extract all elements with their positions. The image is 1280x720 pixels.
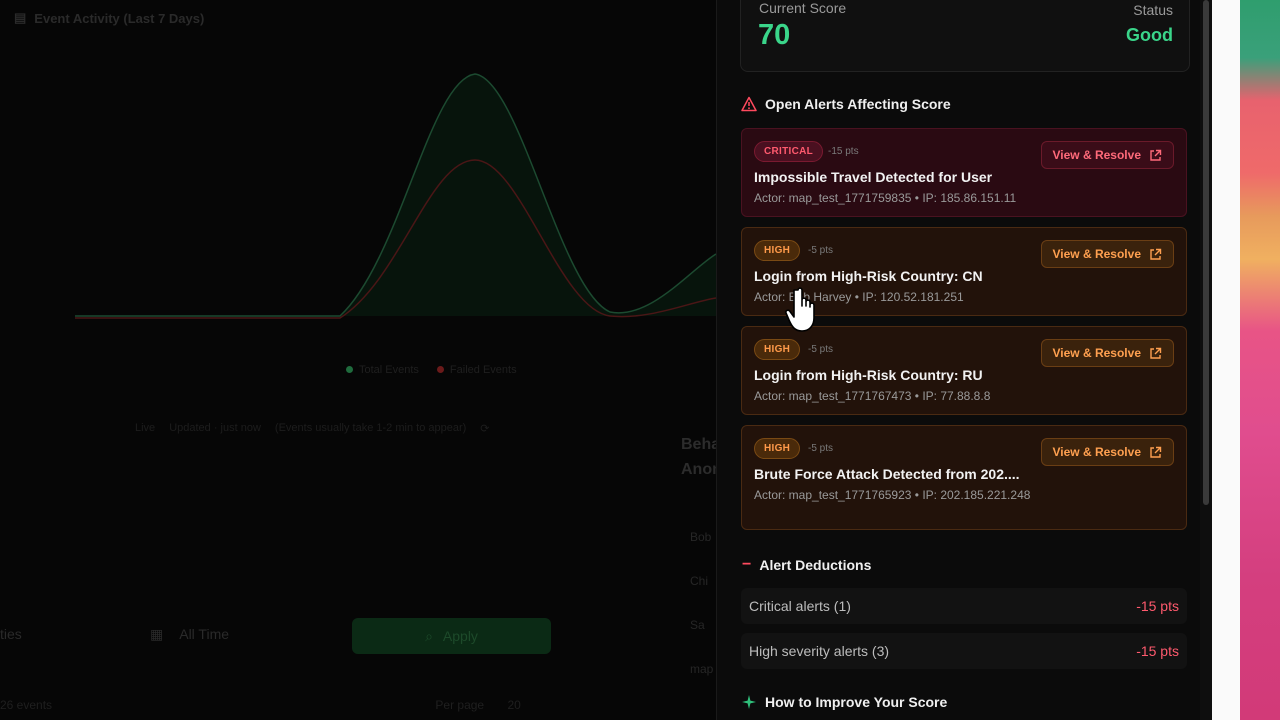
view-resolve-button[interactable]: View & Resolve	[1040, 339, 1174, 367]
severity-badge: HIGH	[754, 339, 801, 360]
total-events-area	[75, 74, 716, 316]
calendar-icon: ▦	[150, 626, 164, 642]
event-activity-chart	[75, 73, 716, 319]
list-item: Chi	[690, 574, 709, 588]
alert-meta: Actor: map_test_1771759835 • IP: 185.86.…	[754, 191, 1017, 205]
view-resolve-button[interactable]: View & Resolve	[1040, 141, 1174, 169]
table-footer: 26 events Per page 20	[0, 698, 521, 712]
anomaly-list: Bob Chi Sa map	[660, 530, 713, 676]
apply-button[interactable]: ⌕ Apply	[352, 618, 551, 654]
updated-text: Updated · just now	[169, 422, 261, 434]
chart-legend: Total Events Failed Events	[346, 364, 517, 376]
list-item: Bob	[690, 530, 712, 544]
search-icon: ⌕	[425, 627, 433, 644]
alert-meta: Actor: map_test_1771765923 • IP: 202.185…	[754, 488, 1031, 502]
window-edge	[1212, 0, 1240, 720]
hand-pointer-cursor-icon	[785, 287, 815, 332]
hint-text: (Events usually take 1-2 min to appear)	[274, 422, 467, 434]
current-score-card: Current Score 70 Status Good	[740, 0, 1190, 72]
live-indicator: Live	[135, 422, 156, 434]
external-link-icon	[1150, 149, 1162, 161]
external-link-icon	[1150, 446, 1162, 458]
alert-deductions-header: − Alert Deductions	[742, 556, 872, 573]
points-label: -5 pts	[808, 443, 834, 454]
status-label: Status	[1133, 2, 1173, 18]
alert-meta: Actor: map_test_1771767473 • IP: 77.88.8…	[754, 389, 991, 403]
legend-total: Total Events	[346, 364, 419, 376]
background-dashboard: ▤ Event Activity (Last 7 Days) Total Eve…	[0, 0, 721, 720]
warning-triangle-icon	[741, 96, 757, 112]
points-label: -5 pts	[808, 245, 834, 256]
behavior-anomalies-title: Behavior Anomalies	[681, 436, 721, 478]
points-label: -15 pts	[828, 146, 859, 157]
alert-title: Impossible Travel Detected for User	[754, 169, 993, 185]
current-score-value: 70	[758, 19, 791, 51]
chart-title: ▤ Event Activity (Last 7 Days)	[14, 10, 205, 26]
list-item: map	[690, 662, 714, 676]
live-status-bar: Live Updated · just now (Events usually …	[135, 422, 490, 435]
severity-badge: HIGH	[754, 240, 801, 261]
scrollbar-thumb[interactable]	[1203, 0, 1209, 505]
refresh-icon[interactable]: ⟳	[480, 422, 489, 435]
alert-title: Login from High-Risk Country: RU	[754, 367, 983, 383]
time-range-select[interactable]: ▦ All Time	[150, 626, 229, 643]
legend-failed: Failed Events	[436, 364, 517, 376]
alert-card-high: HIGH -5 pts View & Resolve Login from Hi…	[741, 326, 1187, 415]
view-resolve-button[interactable]: View & Resolve	[1040, 240, 1174, 268]
deduction-row: Critical alerts (1) -15 pts	[741, 588, 1187, 624]
status-value: Good	[1126, 25, 1173, 45]
open-alerts-header: Open Alerts Affecting Score	[741, 96, 951, 112]
alert-card-critical: CRITICAL -15 pts View & Resolve Impossib…	[741, 128, 1187, 217]
alert-card-high: HIGH -5 pts View & Resolve Brute Force A…	[741, 425, 1187, 530]
sparkle-icon	[742, 695, 756, 709]
minus-icon: −	[742, 556, 752, 573]
current-score-label: Current Score	[759, 0, 847, 16]
points-label: -5 pts	[808, 344, 834, 355]
improve-score-header: How to Improve Your Score	[741, 694, 947, 710]
deduction-row: High severity alerts (3) -15 pts	[741, 633, 1187, 669]
bar-chart-icon: ▤	[14, 10, 27, 25]
list-item: Sa	[690, 618, 705, 632]
view-resolve-button[interactable]: View & Resolve	[1040, 438, 1174, 466]
alert-title: Login from High-Risk Country: CN	[754, 268, 983, 284]
external-link-icon	[1150, 248, 1162, 260]
severity-badge: HIGH	[754, 438, 801, 459]
per-page-select[interactable]: 20	[507, 698, 520, 712]
alert-title: Brute Force Attack Detected from 202....	[754, 466, 1020, 482]
external-link-icon	[1150, 347, 1162, 359]
desktop-wallpaper-edge	[1240, 0, 1280, 720]
filter-dropdown[interactable]: ties	[0, 626, 22, 642]
severity-badge: CRITICAL	[754, 141, 824, 162]
